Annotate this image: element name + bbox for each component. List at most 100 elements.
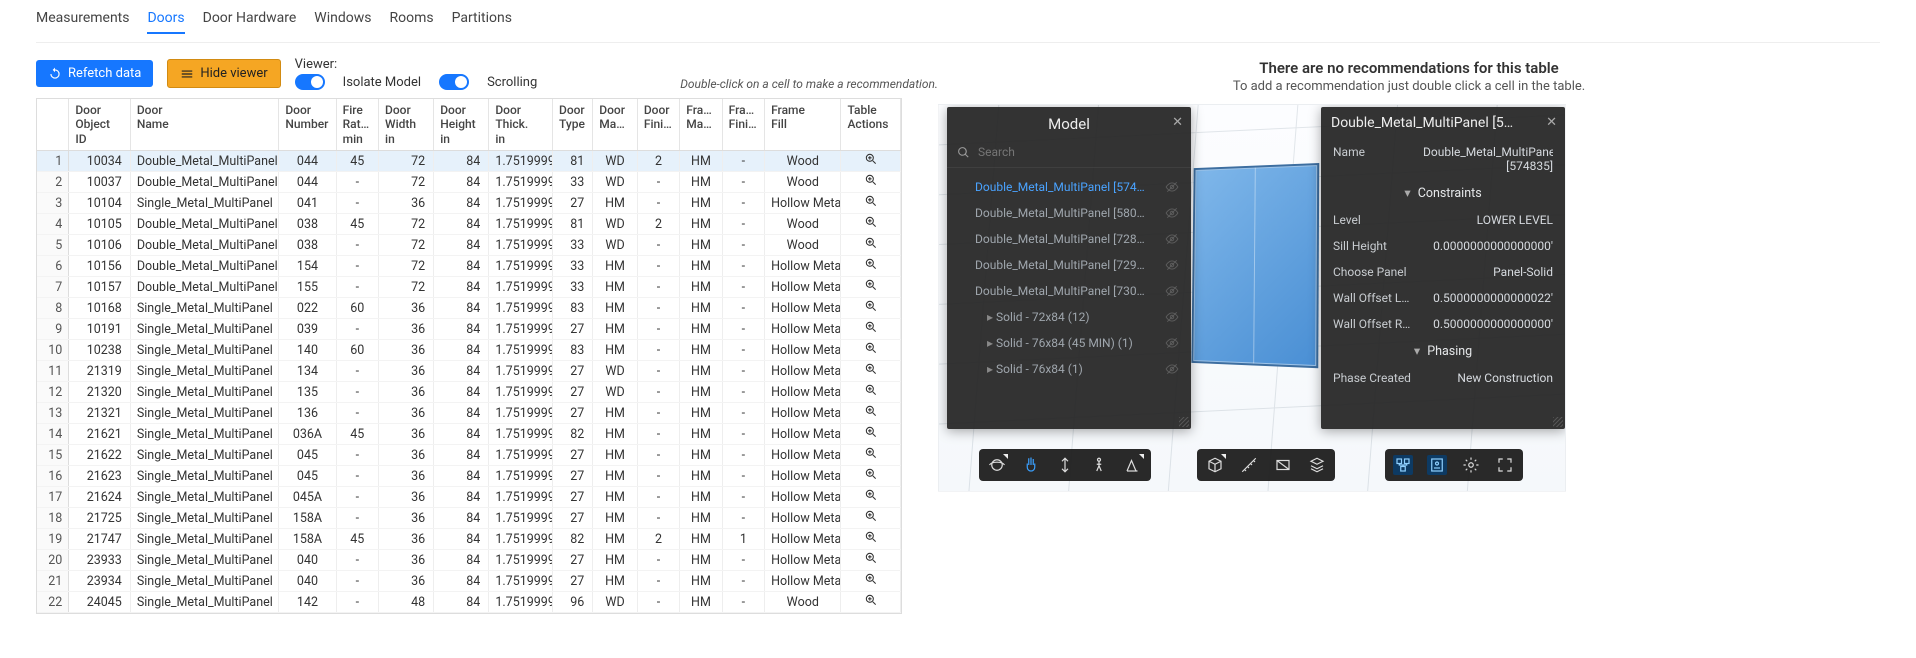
- table-row[interactable]: 710157Double_Metal_MultiPanel155-72841.7…: [37, 277, 901, 298]
- isolate-model-toggle[interactable]: [295, 74, 325, 90]
- viewer-3d[interactable]: Model ✕ Double_Metal_MultiPanel [574…Dou…: [938, 104, 1566, 492]
- zoom-icon[interactable]: [864, 425, 878, 439]
- model-search-input[interactable]: [978, 145, 1181, 159]
- fullscreen-icon[interactable]: [1495, 455, 1515, 475]
- measure-icon[interactable]: [1239, 455, 1259, 475]
- table-row[interactable]: 1221320Single_Metal_MultiPanel135-36841.…: [37, 382, 901, 403]
- zoom-icon[interactable]: [864, 341, 878, 355]
- tab-windows[interactable]: Windows: [314, 10, 371, 34]
- scrolling-toggle[interactable]: [439, 74, 469, 90]
- cube-icon[interactable]: [1205, 455, 1225, 475]
- zoom-icon[interactable]: [864, 320, 878, 334]
- refetch-button[interactable]: Refetch data: [36, 60, 153, 87]
- camera-icon[interactable]: [1123, 455, 1143, 475]
- col-header[interactable]: DoorThick.in: [489, 99, 553, 151]
- zoom-icon[interactable]: [864, 257, 878, 271]
- col-header[interactable]: DoorWidthin: [379, 99, 434, 151]
- col-header[interactable]: DoorHeightin: [434, 99, 489, 151]
- model-panel[interactable]: Model ✕ Double_Metal_MultiPanel [574…Dou…: [947, 107, 1191, 429]
- col-header[interactable]: Fra…Fini…: [722, 99, 764, 151]
- prop-section[interactable]: Phasing: [1321, 337, 1565, 365]
- table-row[interactable]: 2123934Single_Metal_MultiPanel040-36841.…: [37, 571, 901, 592]
- table-row[interactable]: 1621623Single_Metal_MultiPanel045-36841.…: [37, 466, 901, 487]
- zoom-icon[interactable]: [864, 572, 878, 586]
- col-header[interactable]: DoorFini…: [637, 99, 679, 151]
- table-row[interactable]: 310104Single_Metal_MultiPanel041-36841.7…: [37, 193, 901, 214]
- table-row[interactable]: 1721624Single_Metal_MultiPanel045A-36841…: [37, 487, 901, 508]
- settings-icon[interactable]: [1461, 455, 1481, 475]
- col-header[interactable]: FireRat…min: [336, 99, 378, 151]
- zoom-icon[interactable]: [864, 173, 878, 187]
- zoom-icon[interactable]: [864, 446, 878, 460]
- walk-icon[interactable]: [1089, 455, 1109, 475]
- zoom-icon[interactable]: [864, 299, 878, 313]
- table-row[interactable]: 1121319Single_Metal_MultiPanel134-36841.…: [37, 361, 901, 382]
- table-row[interactable]: 810168Single_Metal_MultiPanel0226036841.…: [37, 298, 901, 319]
- table-row[interactable]: 2023933Single_Metal_MultiPanel040-36841.…: [37, 550, 901, 571]
- tab-measurements[interactable]: Measurements: [36, 10, 129, 34]
- zoom-icon[interactable]: [864, 530, 878, 544]
- tab-rooms[interactable]: Rooms: [389, 10, 433, 34]
- prop-section[interactable]: Constraints: [1321, 179, 1565, 207]
- col-header[interactable]: FrameFill: [765, 99, 841, 151]
- model-tree-icon[interactable]: [1393, 455, 1413, 475]
- pan-icon[interactable]: [1021, 455, 1041, 475]
- hide-viewer-button[interactable]: Hide viewer: [167, 59, 280, 88]
- zoom-icon[interactable]: [864, 551, 878, 565]
- resize-handle[interactable]: [1179, 417, 1189, 427]
- table-row[interactable]: 2224045Single_Metal_MultiPanel142-48841.…: [37, 592, 901, 613]
- tree-item[interactable]: Solid - 72x84 (12): [947, 304, 1191, 330]
- model-search[interactable]: [947, 141, 1191, 168]
- tree-item[interactable]: Double_Metal_MultiPanel [574…: [947, 174, 1191, 200]
- zoom-icon[interactable]: [864, 215, 878, 229]
- properties-icon[interactable]: [1427, 455, 1447, 475]
- table-row[interactable]: 910191Single_Metal_MultiPanel039-36841.7…: [37, 319, 901, 340]
- table-row[interactable]: 1521622Single_Metal_MultiPanel045-36841.…: [37, 445, 901, 466]
- orbit-icon[interactable]: [987, 455, 1007, 475]
- col-header[interactable]: DoorMa…: [593, 99, 638, 151]
- table-row[interactable]: 110034Double_Metal_MultiPanel0444572841.…: [37, 151, 901, 172]
- tab-doors[interactable]: Doors: [147, 10, 184, 34]
- zoom-icon[interactable]: [864, 509, 878, 523]
- col-header[interactable]: TableActions: [841, 99, 901, 151]
- tab-partitions[interactable]: Partitions: [452, 10, 512, 34]
- section-icon[interactable]: [1273, 455, 1293, 475]
- table-row[interactable]: 510106Double_Metal_MultiPanel038-72841.7…: [37, 235, 901, 256]
- zoom-icon[interactable]: [864, 383, 878, 397]
- zoom-icon[interactable]: [864, 194, 878, 208]
- table-row[interactable]: 1010238Single_Metal_MultiPanel1406036841…: [37, 340, 901, 361]
- zoom-icon[interactable]: [864, 152, 878, 166]
- zoom-icon[interactable]: [864, 467, 878, 481]
- model-panel-close[interactable]: ✕: [1172, 115, 1183, 130]
- tab-door-hardware[interactable]: Door Hardware: [203, 10, 297, 34]
- explode-icon[interactable]: [1307, 455, 1327, 475]
- zoom-icon[interactable]: [864, 362, 878, 376]
- table-row[interactable]: 1921747Single_Metal_MultiPanel158A453684…: [37, 529, 901, 550]
- col-header[interactable]: DoorObject ID: [69, 99, 131, 151]
- col-header[interactable]: Fra…Ma…: [680, 99, 722, 151]
- col-header[interactable]: DoorType: [552, 99, 592, 151]
- table-row[interactable]: 1421621Single_Metal_MultiPanel036A453684…: [37, 424, 901, 445]
- properties-panel[interactable]: Double_Metal_MultiPanel [5… ✕ NameDouble…: [1321, 107, 1565, 429]
- tree-item[interactable]: Solid - 76x84 (45 MIN) (1): [947, 330, 1191, 356]
- col-header[interactable]: [37, 99, 69, 151]
- tree-item[interactable]: Double_Metal_MultiPanel [728…: [947, 226, 1191, 252]
- tree-item[interactable]: Double_Metal_MultiPanel [730…: [947, 278, 1191, 304]
- zoom-icon[interactable]: [864, 278, 878, 292]
- dolly-icon[interactable]: [1055, 455, 1075, 475]
- table-row[interactable]: 410105Double_Metal_MultiPanel0384572841.…: [37, 214, 901, 235]
- table-row[interactable]: 1821725Single_Metal_MultiPanel158A-36841…: [37, 508, 901, 529]
- resize-handle[interactable]: [1553, 417, 1563, 427]
- properties-panel-close[interactable]: ✕: [1546, 115, 1557, 130]
- col-header[interactable]: DoorName: [130, 99, 279, 151]
- zoom-icon[interactable]: [864, 488, 878, 502]
- col-header[interactable]: DoorNumber: [279, 99, 336, 151]
- table-row[interactable]: 210037Double_Metal_MultiPanel044-72841.7…: [37, 172, 901, 193]
- table-row[interactable]: 610156Double_Metal_MultiPanel154-72841.7…: [37, 256, 901, 277]
- tree-item[interactable]: Double_Metal_MultiPanel [580…: [947, 200, 1191, 226]
- zoom-icon[interactable]: [864, 404, 878, 418]
- table-row[interactable]: 1321321Single_Metal_MultiPanel136-36841.…: [37, 403, 901, 424]
- zoom-icon[interactable]: [864, 593, 878, 607]
- tree-item[interactable]: Solid - 76x84 (1): [947, 356, 1191, 382]
- tree-item[interactable]: Double_Metal_MultiPanel [729…: [947, 252, 1191, 278]
